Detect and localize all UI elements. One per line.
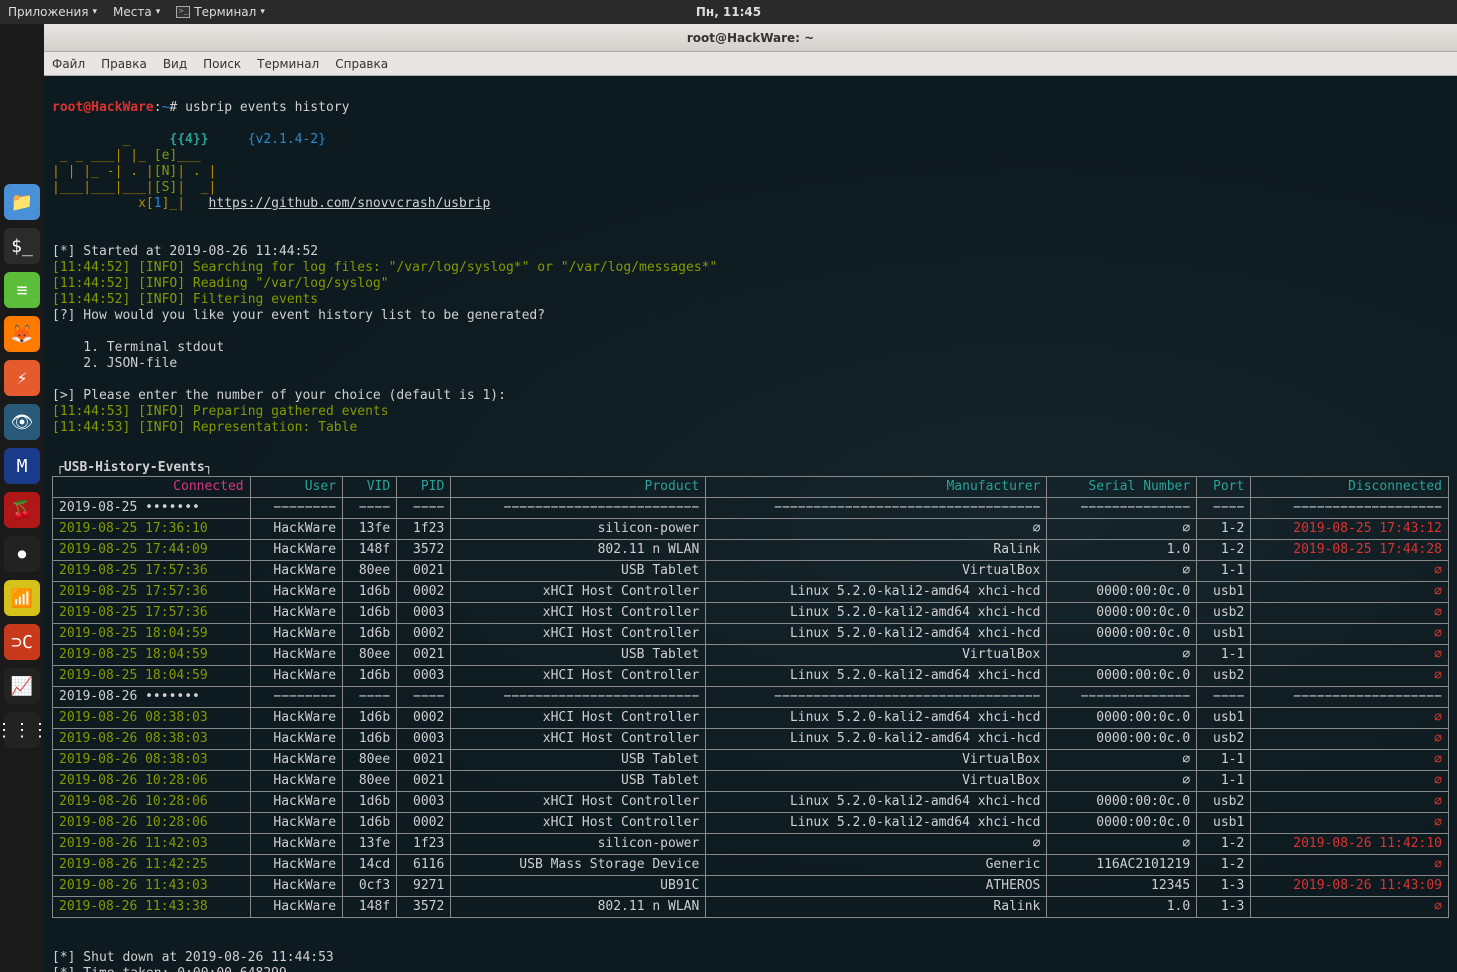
gnome-dock: 📁 $_ ≡ 🦊 ⚡ 👁 M 🍒 ⏺ 📶 ⊃C 📈 ⋮⋮⋮ bbox=[0, 180, 44, 752]
window-title-bar[interactable]: root@HackWare: ~ bbox=[44, 24, 1457, 52]
project-url[interactable]: https://github.com/snovvcrash/usbrip bbox=[209, 196, 491, 211]
clock[interactable]: Пн, 11:45 bbox=[696, 5, 761, 19]
dock-record-icon[interactable]: ⏺ bbox=[4, 536, 40, 572]
dock-wifi-icon[interactable]: 📶 bbox=[4, 580, 40, 616]
usb-history-table-wrap: ┌USB-History-Events┐ ConnectedUserVIDPID… bbox=[52, 444, 1449, 934]
table-row: 2019-08-26 08:38:03HackWare1d6b0002xHCI … bbox=[53, 708, 1449, 729]
table-row: 2019-08-26 11:42:25HackWare14cd6116USB M… bbox=[53, 855, 1449, 876]
table-row: 2019-08-26 08:38:03HackWare80ee0021USB T… bbox=[53, 750, 1449, 771]
terminal-menu-bar: Файл Правка Вид Поиск Терминал Справка bbox=[44, 52, 1457, 76]
col-vid: VID bbox=[343, 477, 397, 498]
table-row: 2019-08-25 17:44:09HackWare148f3572802.1… bbox=[53, 540, 1449, 561]
prompt-user-host: root@HackWare bbox=[52, 100, 154, 115]
col-pid: PID bbox=[397, 477, 451, 498]
table-row: 2019-08-25 •••••••−−−−−−−−−−−−−−−−−−−−−−… bbox=[53, 498, 1449, 519]
table-row: 2019-08-26 10:28:06HackWare1d6b0002xHCI … bbox=[53, 813, 1449, 834]
menu-file[interactable]: Файл bbox=[52, 57, 85, 71]
table-row: 2019-08-26 11:42:03HackWare13fe1f23silic… bbox=[53, 834, 1449, 855]
table-row: 2019-08-25 18:04:59HackWare1d6b0003xHCI … bbox=[53, 666, 1449, 687]
table-row: 2019-08-26 10:28:06HackWare1d6b0003xHCI … bbox=[53, 792, 1449, 813]
chevron-down-icon: ▾ bbox=[260, 7, 265, 17]
dock-firefox-icon[interactable]: 🦊 bbox=[4, 316, 40, 352]
menu-view[interactable]: Вид bbox=[163, 57, 187, 71]
col-serial-number: Serial Number bbox=[1047, 477, 1197, 498]
col-manufacturer: Manufacturer bbox=[706, 477, 1047, 498]
dock-app1-icon[interactable]: ⚡ bbox=[4, 360, 40, 396]
menu-edit[interactable]: Правка bbox=[101, 57, 147, 71]
col-product: Product bbox=[451, 477, 706, 498]
terminal-viewport[interactable]: root@HackWare:~# usbrip events history _… bbox=[44, 76, 1457, 972]
usb-history-table: ConnectedUserVIDPIDProductManufacturerSe… bbox=[52, 476, 1449, 918]
window-title: root@HackWare: ~ bbox=[687, 31, 814, 45]
col-connected: Connected bbox=[53, 477, 251, 498]
places-menu[interactable]: Места ▾ bbox=[113, 5, 160, 19]
command-text: usbrip events history bbox=[185, 100, 349, 115]
menu-search[interactable]: Поиск bbox=[203, 57, 241, 71]
table-row: 2019-08-25 17:57:36HackWare1d6b0003xHCI … bbox=[53, 603, 1449, 624]
dock-activity-icon[interactable]: 📈 bbox=[4, 668, 40, 704]
terminal-launcher[interactable]: Терминал ▾ bbox=[176, 5, 265, 19]
table-row: 2019-08-26 11:43:38HackWare148f3572802.1… bbox=[53, 897, 1449, 918]
menu-help[interactable]: Справка bbox=[335, 57, 388, 71]
dock-terminal-icon[interactable]: $_ bbox=[4, 228, 40, 264]
col-port: Port bbox=[1197, 477, 1251, 498]
dock-metasploit-icon[interactable]: M bbox=[4, 448, 40, 484]
dock-text-icon[interactable]: ≡ bbox=[4, 272, 40, 308]
table-row: 2019-08-26 11:43:03HackWare0cf39271UB91C… bbox=[53, 876, 1449, 897]
table-row: 2019-08-26 •••••••−−−−−−−−−−−−−−−−−−−−−−… bbox=[53, 687, 1449, 708]
gnome-top-panel: Приложения ▾ Места ▾ Терминал ▾ Пн, 11:4… bbox=[0, 0, 1457, 24]
applications-menu[interactable]: Приложения ▾ bbox=[8, 5, 97, 19]
col-user: User bbox=[250, 477, 342, 498]
table-row: 2019-08-25 18:04:59HackWare80ee0021USB T… bbox=[53, 645, 1449, 666]
table-row: 2019-08-25 17:57:36HackWare1d6b0002xHCI … bbox=[53, 582, 1449, 603]
dock-burp-icon[interactable]: ⊃C bbox=[4, 624, 40, 660]
menu-terminal[interactable]: Терминал bbox=[257, 57, 319, 71]
dock-eye-icon[interactable]: 👁 bbox=[4, 404, 40, 440]
table-row: 2019-08-25 17:57:36HackWare80ee0021USB T… bbox=[53, 561, 1449, 582]
table-row: 2019-08-26 08:38:03HackWare1d6b0003xHCI … bbox=[53, 729, 1449, 750]
chevron-down-icon: ▾ bbox=[93, 7, 98, 17]
col-disconnected: Disconnected bbox=[1251, 477, 1449, 498]
table-row: 2019-08-25 17:36:10HackWare13fe1f23silic… bbox=[53, 519, 1449, 540]
dock-cherry-icon[interactable]: 🍒 bbox=[4, 492, 40, 528]
table-row: 2019-08-25 18:04:59HackWare1d6b0002xHCI … bbox=[53, 624, 1449, 645]
chevron-down-icon: ▾ bbox=[156, 7, 161, 17]
dock-grid-icon[interactable]: ⋮⋮⋮ bbox=[4, 712, 40, 748]
table-row: 2019-08-26 10:28:06HackWare80ee0021USB T… bbox=[53, 771, 1449, 792]
dock-files-icon[interactable]: 📁 bbox=[4, 184, 40, 220]
terminal-icon bbox=[176, 6, 190, 18]
